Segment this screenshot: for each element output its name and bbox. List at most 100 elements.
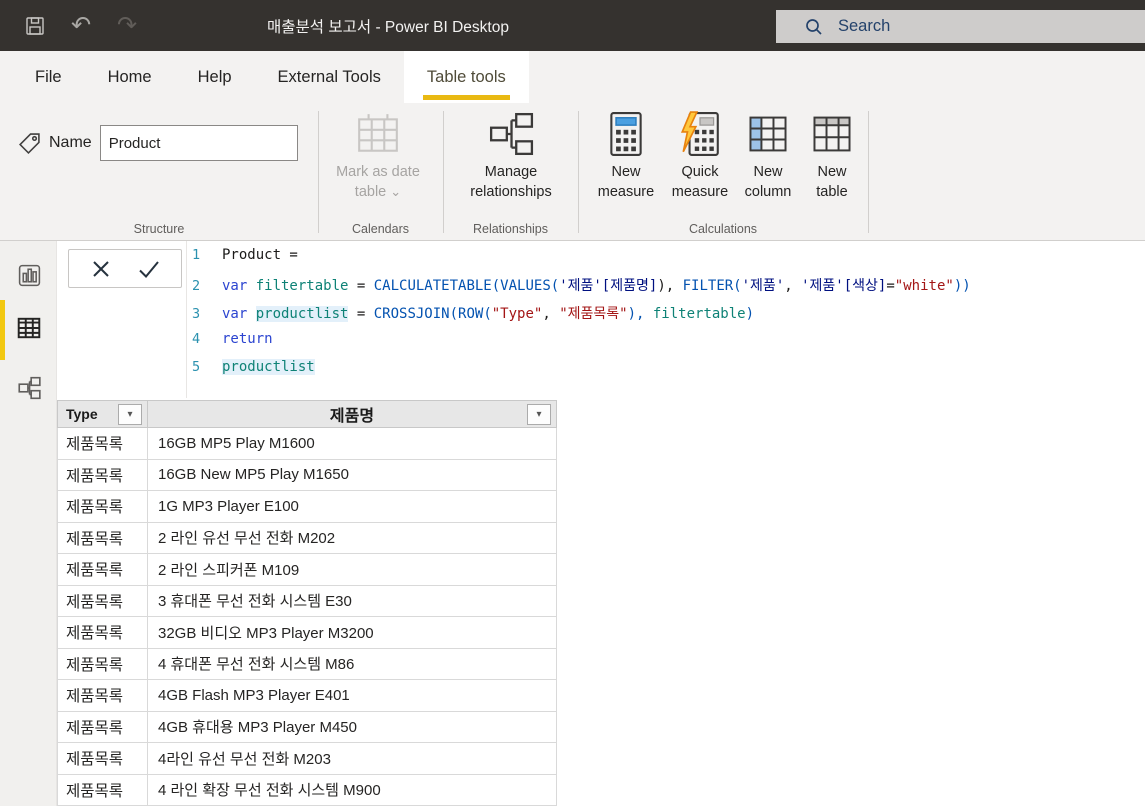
cell-product-name[interactable]: 16GB New MP5 Play M1650: [148, 460, 556, 491]
cell-product-name[interactable]: 4라인 유선 무선 전화 M203: [148, 743, 556, 774]
type-filter-dropdown[interactable]: ▾: [118, 404, 142, 425]
dax-editor[interactable]: 1 Product = 2 var filtertable = CALCULATETA…: [186, 241, 1145, 398]
cell-text: 제품목록: [66, 688, 124, 706]
tab-home[interactable]: Home: [85, 51, 175, 103]
check-icon: [136, 258, 162, 280]
cell-product-name[interactable]: 16GB MP5 Play M1600: [148, 428, 556, 459]
cell-type[interactable]: 제품목록: [58, 648, 148, 679]
table-row[interactable]: 제품목록 32GB 비디오 MP3 Player M3200: [57, 617, 557, 649]
cell-type[interactable]: 제품목록: [58, 617, 148, 648]
quick-measure-button[interactable]: Quick measure: [662, 111, 738, 202]
new-measure-button[interactable]: New measure: [590, 111, 662, 202]
cell-type[interactable]: 제품목록: [58, 711, 148, 742]
code-token: return: [222, 331, 273, 347]
titlebar: ↶ ↷ 매출분석 보고서 - Power BI Desktop Search: [0, 0, 1145, 51]
column-header-type[interactable]: Type ▾: [58, 401, 148, 427]
cell-product-name[interactable]: 2 라인 유선 무선 전화 M202: [148, 523, 556, 554]
model-view-button[interactable]: [16, 375, 42, 401]
commit-formula-button[interactable]: [134, 254, 164, 284]
window-title: 매출분석 보고서 - Power BI Desktop: [267, 18, 509, 36]
cell-type[interactable]: 제품목록: [58, 585, 148, 616]
cell-text: 제품목록: [66, 719, 124, 737]
cell-product-name[interactable]: 1G MP3 Player E100: [148, 491, 556, 522]
name-label: Name: [49, 134, 92, 151]
search-input[interactable]: Search: [776, 10, 1145, 43]
table-row[interactable]: 제품목록 2 라인 유선 무선 전화 M202: [57, 522, 557, 554]
cell-type[interactable]: 제품목록: [58, 491, 148, 522]
table-row[interactable]: 제품목록 1G MP3 Player E100: [57, 491, 557, 523]
search-icon: [804, 17, 824, 37]
manage-relationships-button[interactable]: Manage relationships: [457, 111, 565, 202]
cell-text: 제품목록: [66, 782, 124, 800]
product-name-filter-dropdown[interactable]: ▾: [527, 404, 551, 425]
cancel-formula-button[interactable]: [86, 254, 116, 284]
table-grid-icon: [16, 315, 42, 341]
cell-product-name[interactable]: 4 휴대폰 무선 전화 시스템 M86: [148, 649, 556, 680]
table-row[interactable]: 제품목록 2 라인 스피커폰 M109: [57, 554, 557, 586]
cell-type[interactable]: 제품목록: [58, 522, 148, 553]
table-row[interactable]: 제품목록 4 라인 확장 무선 전화 시스템 M900: [57, 774, 557, 806]
cell-product-name[interactable]: 3 휴대폰 무선 전화 시스템 E30: [148, 586, 556, 617]
table-row[interactable]: 제품목록 16GB MP5 Play M1600: [57, 428, 557, 460]
table-row[interactable]: 제품목록 4 휴대폰 무선 전화 시스템 M86: [57, 648, 557, 680]
main-content: 1 Product = 2 var filtertable = CALCULATETA…: [57, 241, 1145, 806]
code-token: CALCULATETABLE(: [373, 278, 501, 294]
group-label-calculations: Calculations: [688, 222, 758, 236]
code-token: CROSSJOIN(: [373, 306, 459, 322]
cell-product-name[interactable]: 2 라인 스피커폰 M109: [148, 554, 556, 585]
tab-table-tools[interactable]: Table tools: [403, 51, 529, 103]
table-row[interactable]: 제품목록 4라인 유선 무선 전화 M203: [57, 743, 557, 775]
code-line-5[interactable]: 5 productlist: [187, 359, 1145, 387]
cell-text: 4라인 유선 무선 전화 M203: [158, 750, 331, 768]
report-view-button[interactable]: [16, 262, 42, 288]
table-row[interactable]: 제품목록 4GB Flash MP3 Player E401: [57, 680, 557, 712]
code-line-3[interactable]: 3 var productlist = CROSSJOIN(ROW("Type",…: [187, 303, 1145, 331]
cell-product-name[interactable]: 4GB 휴대용 MP3 Player M450: [148, 712, 556, 743]
cell-type[interactable]: 제품목록: [58, 428, 148, 459]
code-line-4[interactable]: 4 return: [187, 331, 1145, 359]
code-token: ,: [784, 278, 802, 294]
tab-label: File: [35, 67, 62, 86]
tag-icon: [18, 132, 41, 155]
table-row[interactable]: 제품목록 16GB New MP5 Play M1650: [57, 459, 557, 491]
calculator-icon: [604, 111, 648, 157]
active-tab-underline: [422, 95, 510, 100]
column-header-product-name[interactable]: 제품명 ▾: [148, 401, 556, 427]
cell-text: 2 라인 스피커폰 M109: [158, 561, 300, 579]
tab-help[interactable]: Help: [175, 51, 255, 103]
table-row[interactable]: 제품목록 4GB 휴대용 MP3 Player M450: [57, 711, 557, 743]
ribbon-tabs: File Home Help External Tools Table tools: [0, 51, 1145, 103]
code-token: '제품'[색상]: [801, 278, 887, 294]
new-table-icon-button[interactable]: New table: [802, 111, 862, 202]
active-view-indicator: [0, 300, 5, 360]
code-token: "Type": [491, 306, 543, 322]
ribbon-divider: [318, 111, 319, 233]
table-header-row: Type ▾ 제품명 ▾: [57, 400, 557, 428]
cell-text: 2 라인 유선 무선 전화 M202: [158, 530, 336, 548]
name-input[interactable]: [99, 125, 298, 161]
ribbon-divider: [578, 111, 579, 233]
view-sidebar: [0, 241, 57, 806]
cell-product-name[interactable]: 4 라인 확장 무선 전화 시스템 M900: [148, 775, 556, 806]
new-column-button[interactable]: New column: [734, 111, 802, 202]
table-body: 제품목록 16GB MP5 Play M1600 제품목록 16GB New MP5 …: [57, 428, 557, 806]
code-token: Product =: [222, 247, 298, 263]
cell-type[interactable]: 제품목록: [58, 459, 148, 490]
group-label-calendars: Calendars: [352, 222, 409, 236]
cell-product-name[interactable]: 4GB Flash MP3 Player E401: [148, 680, 556, 711]
data-view-button[interactable]: [16, 315, 42, 341]
table-row[interactable]: 제품목록 3 휴대폰 무선 전화 시스템 E30: [57, 585, 557, 617]
tab-external-tools[interactable]: External Tools: [255, 51, 404, 103]
cell-text: 제품목록: [66, 656, 124, 674]
cell-type[interactable]: 제품목록: [58, 680, 148, 711]
cell-type[interactable]: 제품목록: [58, 743, 148, 774]
cell-type[interactable]: 제품목록: [58, 774, 148, 805]
cell-text: 4GB Flash MP3 Player E401: [158, 686, 350, 704]
tab-file[interactable]: File: [12, 51, 85, 103]
tab-label: Home: [107, 67, 152, 86]
cell-product-name[interactable]: 32GB 비디오 MP3 Player M3200: [148, 617, 556, 648]
bar-chart-icon: [17, 263, 42, 288]
code-line-2[interactable]: 2 var filtertable = CALCULATETABLE(VALUES…: [187, 275, 1145, 303]
code-line-1[interactable]: 1 Product =: [187, 247, 1145, 275]
cell-type[interactable]: 제품목록: [58, 554, 148, 585]
